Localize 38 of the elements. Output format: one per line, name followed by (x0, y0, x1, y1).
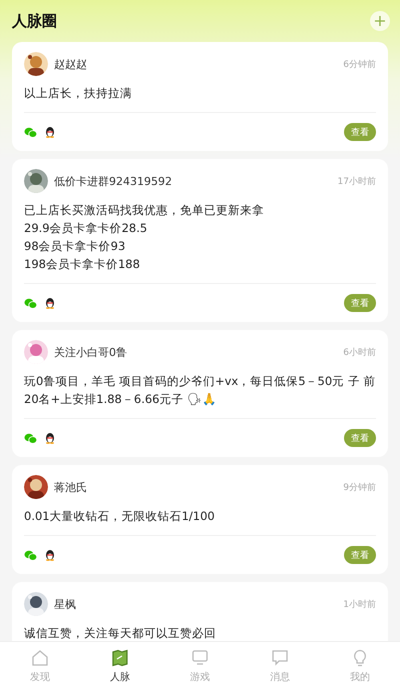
view-button[interactable]: 查看 (344, 294, 376, 312)
page-title: 人脉圈 (12, 12, 57, 30)
post-text: 以上店长，扶持拉满 (24, 85, 133, 102)
post-text: 198会员卡拿卡价188 (24, 256, 141, 273)
view-button[interactable]: 查看 (344, 546, 376, 564)
post-text: 0.01大量收钻石，无限收钻石1/100 (24, 508, 216, 525)
user-name: 关注小白哥0鲁 (54, 344, 128, 360)
view-button[interactable]: 查看 (344, 429, 376, 447)
monitor-icon (191, 649, 209, 667)
nav-tab[interactable]: 消息 (240, 642, 320, 691)
post-text: 29.9会员卡拿卡价28.5 (24, 220, 148, 237)
add-button[interactable]: + (370, 11, 390, 31)
nav-tab[interactable]: 我的 (320, 642, 400, 691)
post-text: 诚信互赞，关注每天都可以互赞必回 (24, 625, 217, 641)
chat-icon (271, 649, 289, 667)
penguin-icon[interactable] (45, 432, 55, 444)
user-name: 星枫 (54, 596, 77, 612)
post-time: 9分钟前 (343, 482, 376, 494)
nav-tab[interactable]: 发现 (0, 642, 80, 691)
lightbulb-icon (351, 649, 369, 667)
post-text: 已上店长买激活码找我优惠，免单已更新来拿 (24, 202, 265, 219)
post-text: 98会员卡拿卡价93 (24, 238, 126, 255)
user-name: 蒋池氏 (54, 480, 88, 494)
post-time: 6分钟前 (343, 58, 376, 70)
post-time: 1小时前 (343, 598, 376, 610)
home-icon (31, 649, 49, 667)
penguin-icon[interactable] (45, 126, 55, 138)
nav-tab[interactable]: 游戏 (160, 642, 240, 691)
penguin-icon[interactable] (45, 549, 55, 561)
map-icon (111, 649, 129, 667)
user-name: 低价卡进群924319592 (54, 174, 173, 188)
view-button[interactable]: 查看 (344, 123, 376, 141)
post-time: 6小时前 (343, 346, 376, 358)
nav-tab[interactable]: 人脉 (80, 642, 160, 691)
user-name: 赵赵赵 (54, 56, 88, 72)
post-time: 17小时前 (338, 176, 376, 188)
post-text: 玩0鲁项目，羊毛 项目首码的少爷们+vx，每日低保5－50元 子 前20名+上安排1.88－6.66元子 🗣🙏 (24, 373, 376, 408)
penguin-icon[interactable] (45, 297, 55, 309)
